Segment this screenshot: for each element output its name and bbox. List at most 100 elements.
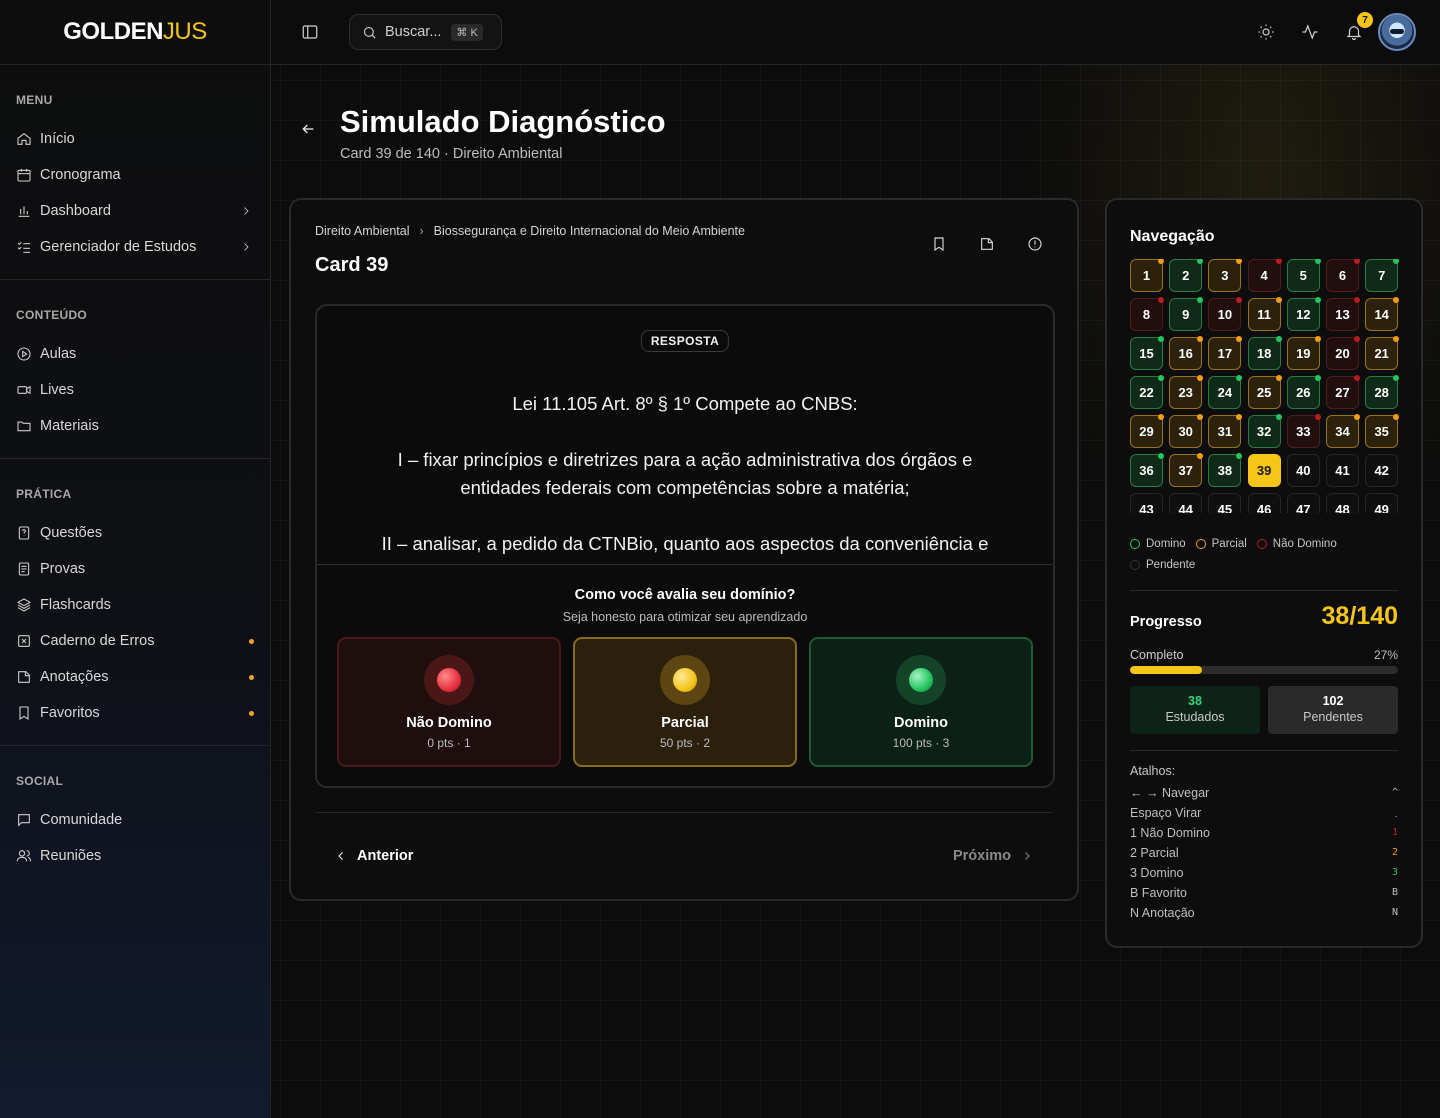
card-nav-cell[interactable]: 41 xyxy=(1326,454,1359,487)
studied-stat: 38 Estudados xyxy=(1130,686,1260,734)
next-button[interactable]: Próximo xyxy=(953,848,1033,864)
card-nav-cell[interactable]: 18 xyxy=(1247,336,1282,370)
card-nav-cell[interactable]: 49 xyxy=(1365,493,1399,513)
card-nav-cell[interactable]: 19 xyxy=(1286,336,1321,370)
card-nav-cell[interactable]: 8 xyxy=(1130,297,1164,331)
sidebar-item-cronograma[interactable]: Cronograma xyxy=(0,157,270,193)
card-nav-cell[interactable]: 24 xyxy=(1208,375,1243,409)
card-nav-cell[interactable]: 5 xyxy=(1286,259,1321,292)
card-nav-cell[interactable]: 47 xyxy=(1286,493,1320,513)
card-nav-cell[interactable]: 22 xyxy=(1130,375,1164,409)
card-nav-cell[interactable]: 2 xyxy=(1169,259,1204,292)
sidebar-item-reuniões[interactable]: Reuniões xyxy=(0,838,270,874)
sidebar-item-materiais[interactable]: Materiais xyxy=(0,408,270,444)
status-dot xyxy=(1158,297,1164,303)
rate-points: 0 pts · 1 xyxy=(427,736,471,750)
card-nav-cell[interactable]: 38 xyxy=(1208,453,1243,487)
rate-nao-domino-button[interactable]: Não Domino 0 pts · 1 xyxy=(337,637,561,767)
bookmark-icon[interactable] xyxy=(931,236,947,252)
sidebar-item-aulas[interactable]: Aulas xyxy=(0,336,270,372)
note-icon xyxy=(18,671,30,683)
nav-section-social: SOCIAL Comunidade Reuniões xyxy=(0,746,270,888)
status-dot xyxy=(1354,336,1360,342)
divider xyxy=(315,812,1053,813)
sidebar-item-label: Flashcards xyxy=(40,597,111,613)
card-nav-cell[interactable]: 31 xyxy=(1208,414,1243,448)
card-nav-cell[interactable]: 15 xyxy=(1130,336,1164,370)
report-alert-icon[interactable] xyxy=(1027,236,1043,252)
card-nav-cell[interactable]: 46 xyxy=(1247,493,1281,513)
sidebar-item-dashboard[interactable]: Dashboard xyxy=(0,193,270,229)
card-nav-cell[interactable]: 25 xyxy=(1247,375,1282,409)
note-icon[interactable] xyxy=(979,236,995,252)
card-nav-cell[interactable]: 1 xyxy=(1130,259,1164,292)
card-nav-cell[interactable]: 42 xyxy=(1365,454,1399,487)
card-nav-cell[interactable]: 26 xyxy=(1286,375,1321,409)
play-circle-icon xyxy=(17,347,31,361)
card-nav-cell[interactable]: 45 xyxy=(1208,493,1242,513)
logo[interactable]: GOLDENJUS xyxy=(0,0,270,65)
card-nav-cell[interactable]: 13 xyxy=(1326,297,1360,331)
card-nav-cell[interactable]: 6 xyxy=(1326,259,1360,292)
sidebar-item-caderno-de-erros[interactable]: Caderno de Erros xyxy=(0,623,270,659)
breadcrumb-item[interactable]: Biossegurança e Direito Internacional do… xyxy=(434,224,745,238)
answer-text: Lei 11.105 Art. 8º § 1º Compete ao CNBS:… xyxy=(357,390,1013,562)
card-nav-cell[interactable]: 11 xyxy=(1247,297,1282,331)
search-placeholder: Buscar... xyxy=(385,24,442,40)
back-arrow-icon[interactable] xyxy=(300,121,316,137)
card-nav-cell[interactable]: 40 xyxy=(1286,454,1320,487)
activity-icon[interactable] xyxy=(1301,23,1319,41)
card-nav-cell[interactable]: 48 xyxy=(1326,493,1359,513)
card-nav-cell[interactable]: 7 xyxy=(1365,259,1400,292)
card-nav-cell[interactable]: 10 xyxy=(1208,297,1243,331)
card-nav-cell[interactable]: 20 xyxy=(1326,336,1360,370)
card-nav-cell[interactable]: 17 xyxy=(1208,336,1243,370)
card-nav-cell[interactable]: 30 xyxy=(1169,414,1204,448)
sidebar-item-label: Questões xyxy=(40,525,103,541)
rate-domino-button[interactable]: Domino 100 pts · 3 xyxy=(809,637,1033,767)
navigation-title: Navegação xyxy=(1130,228,1215,245)
card-nav-cell[interactable]: 43 xyxy=(1130,493,1163,513)
rate-parcial-button[interactable]: Parcial 50 pts · 2 xyxy=(573,637,797,767)
shortcut-key: 1 xyxy=(1391,827,1398,838)
card-nav-cell[interactable]: 44 xyxy=(1169,493,1203,513)
card-nav-cell[interactable]: 12 xyxy=(1286,297,1321,331)
theme-sun-icon[interactable] xyxy=(1257,23,1275,41)
rating-area: Como você avalia seu domínio? Seja hones… xyxy=(317,564,1053,786)
card-nav-cell[interactable]: 39 xyxy=(1247,454,1281,487)
search-input[interactable]: Buscar... ⌘ K xyxy=(349,14,502,50)
card-nav-cell[interactable]: 3 xyxy=(1208,259,1243,292)
card-nav-cell[interactable]: 28 xyxy=(1365,375,1400,409)
card-nav-cell[interactable]: 16 xyxy=(1169,336,1204,370)
card-nav-cell[interactable]: 9 xyxy=(1169,297,1204,331)
card-nav-cell[interactable]: 37 xyxy=(1169,453,1204,487)
card-nav-cell[interactable]: 34 xyxy=(1326,414,1360,448)
sidebar-item-provas[interactable]: Provas xyxy=(0,551,270,587)
sidebar-item-questões[interactable]: Questões xyxy=(0,515,270,551)
card-nav-cell[interactable]: 14 xyxy=(1365,297,1400,331)
sidebar-item-início[interactable]: Início xyxy=(0,121,270,157)
red-orb-icon xyxy=(424,655,474,705)
sidebar-item-anotações[interactable]: Anotações xyxy=(0,659,270,695)
breadcrumb-item[interactable]: Direito Ambiental xyxy=(315,224,410,238)
status-dot xyxy=(1314,414,1321,420)
card-nav-cell[interactable]: 35 xyxy=(1365,414,1400,448)
sidebar-item-flashcards[interactable]: Flashcards xyxy=(0,587,270,623)
sidebar-item-gerenciador-de-estudos[interactable]: Gerenciador de Estudos xyxy=(0,229,270,265)
rating-question: Como você avalia seu domínio? xyxy=(574,587,796,603)
card-nav-cell[interactable]: 27 xyxy=(1326,375,1360,409)
card-nav-cell[interactable]: 21 xyxy=(1365,336,1400,370)
sidebar-toggle-icon[interactable] xyxy=(301,23,319,41)
sidebar-item-lives[interactable]: Lives xyxy=(0,372,270,408)
card-nav-cell[interactable]: 4 xyxy=(1247,259,1282,292)
previous-button[interactable]: Anterior xyxy=(335,848,413,864)
card-nav-cell[interactable]: 23 xyxy=(1169,375,1204,409)
sidebar-item-favoritos[interactable]: Favoritos xyxy=(0,695,270,731)
card-nav-cell[interactable]: 33 xyxy=(1286,414,1321,448)
card-nav-cell[interactable]: 36 xyxy=(1130,453,1164,487)
legend-item: Pendente xyxy=(1130,559,1195,571)
card-nav-cell[interactable]: 29 xyxy=(1130,414,1164,448)
avatar[interactable] xyxy=(1378,13,1416,51)
sidebar-item-comunidade[interactable]: Comunidade xyxy=(0,802,270,838)
card-nav-cell[interactable]: 32 xyxy=(1247,414,1282,448)
